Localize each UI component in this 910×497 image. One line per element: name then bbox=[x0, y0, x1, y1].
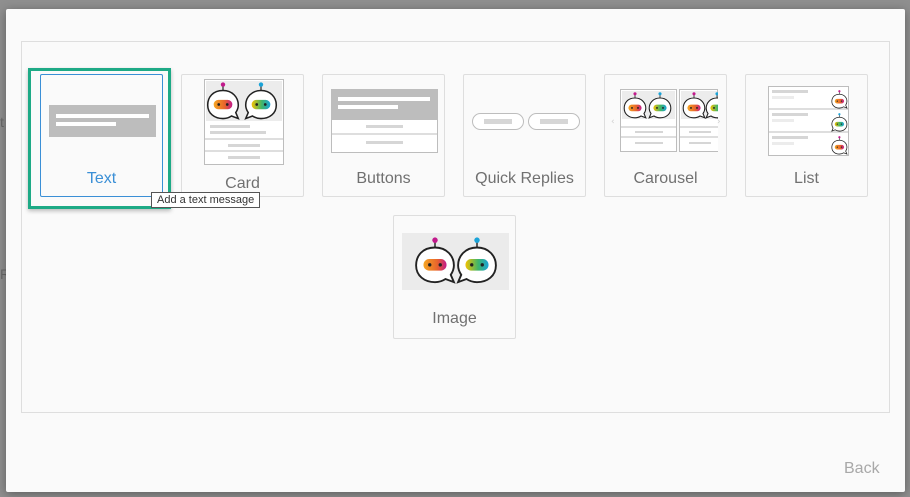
option-text[interactable]: Text bbox=[40, 74, 163, 197]
option-card[interactable]: Card bbox=[181, 74, 304, 197]
message-type-dialog: Text Card Buttons Quick Replies ‹ › Caro… bbox=[6, 9, 905, 492]
option-quick-replies[interactable]: Quick Replies bbox=[463, 74, 586, 197]
tooltip: Add a text message bbox=[151, 192, 261, 208]
option-label: Quick Replies bbox=[475, 170, 574, 187]
buttons-icon bbox=[331, 89, 438, 153]
option-image[interactable]: Image bbox=[393, 215, 516, 339]
option-buttons[interactable]: Buttons bbox=[322, 74, 445, 197]
back-button[interactable]: Back bbox=[844, 460, 880, 478]
background-text-fragment: t bbox=[0, 114, 4, 130]
option-label: Buttons bbox=[356, 170, 411, 187]
option-label: Carousel bbox=[633, 170, 698, 187]
svg-text:‹: ‹ bbox=[611, 117, 615, 127]
option-label: Text bbox=[86, 170, 117, 187]
option-label: Image bbox=[432, 310, 477, 327]
option-label: List bbox=[794, 170, 819, 187]
card-icon bbox=[204, 79, 284, 165]
option-label: Card bbox=[225, 175, 260, 192]
text-message-icon bbox=[49, 105, 156, 137]
quick-replies-icon bbox=[472, 113, 580, 130]
option-carousel[interactable]: ‹ › Carousel bbox=[604, 74, 727, 197]
option-list[interactable]: List bbox=[745, 74, 868, 197]
svg-text:›: › bbox=[717, 117, 721, 127]
carousel-icon: ‹ › bbox=[611, 89, 723, 153]
message-type-panel: Text Card Buttons Quick Replies ‹ › Caro… bbox=[21, 41, 890, 413]
list-icon bbox=[768, 86, 849, 156]
image-icon bbox=[402, 233, 509, 290]
